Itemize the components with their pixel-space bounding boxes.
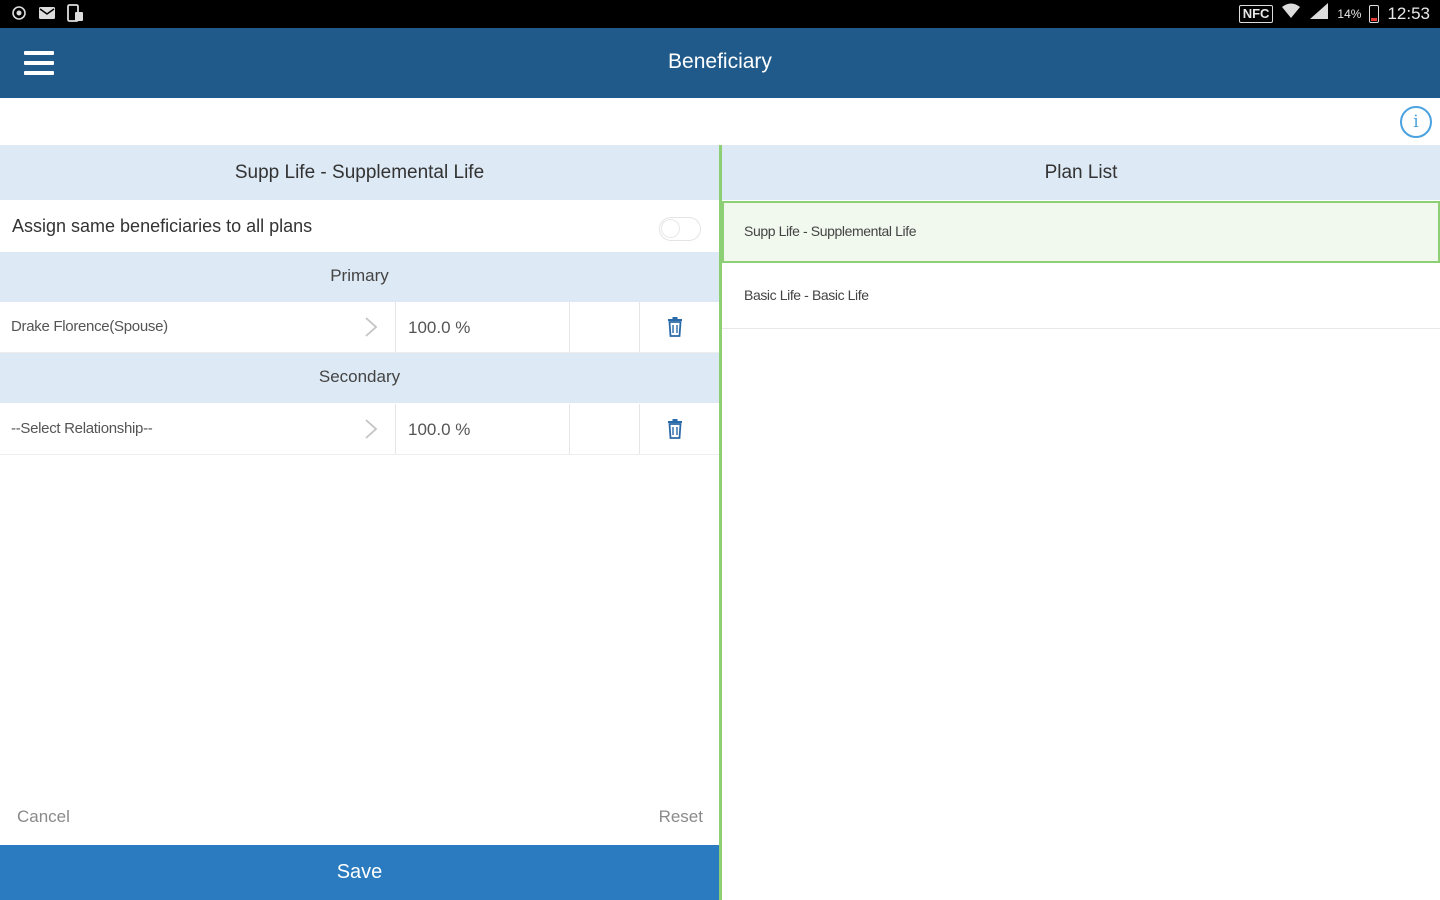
battery-percent: 14% <box>1337 6 1362 21</box>
signal-icon <box>1309 2 1329 25</box>
delete-button[interactable] <box>640 404 719 454</box>
plan-list-panel: Plan List Supp Life - Supplemental Life … <box>722 145 1440 900</box>
app-bar: Beneficiary <box>0 28 1440 98</box>
clock-time: 12:53 <box>1387 3 1430 23</box>
save-button[interactable]: Save <box>0 845 719 900</box>
status-left-icons <box>10 4 84 22</box>
assign-all-label: Assign same beneficiaries to all plans <box>12 216 313 236</box>
plan-list-item-label: Supp Life - Supplemental Life <box>744 223 917 239</box>
beneficiary-panel: Supp Life - Supplemental Life Assign sam… <box>0 145 719 900</box>
plan-list-item-selected[interactable]: Supp Life - Supplemental Life <box>722 201 1440 263</box>
plan-list-item[interactable]: Basic Life - Basic Life <box>722 265 1440 329</box>
secondary-section-header: Secondary <box>0 353 719 403</box>
beneficiary-name: Drake Florence(Spouse) <box>11 318 168 335</box>
trash-icon <box>668 419 682 439</box>
reset-button[interactable]: Reset <box>659 807 703 827</box>
status-bar: NFC 14% 12:53 <box>0 0 1440 28</box>
info-row: i <box>0 98 1440 145</box>
chevron-right-icon <box>365 419 378 439</box>
relationship-select[interactable]: --Select Relationship-- <box>0 404 396 454</box>
cancel-button[interactable]: Cancel <box>17 807 70 827</box>
plan-list-title: Plan List <box>722 145 1440 200</box>
delete-button[interactable] <box>640 302 719 352</box>
assign-all-toggle[interactable] <box>659 217 701 241</box>
mail-icon <box>38 4 56 22</box>
percent-value: 100.0 % <box>408 318 471 337</box>
chevron-right-icon <box>365 317 378 337</box>
secondary-beneficiary-row: --Select Relationship-- 100.0 % <box>0 404 719 455</box>
plan-list-item-label: Basic Life - Basic Life <box>744 287 869 303</box>
percent-field[interactable]: 100.0 % <box>396 404 570 454</box>
plan-title: Supp Life - Supplemental Life <box>0 145 719 200</box>
assign-all-row: Assign same beneficiaries to all plans <box>0 200 719 252</box>
info-icon[interactable]: i <box>1400 106 1432 138</box>
empty-cell <box>570 302 640 352</box>
relationship-placeholder: --Select Relationship-- <box>11 420 153 437</box>
percent-field[interactable]: 100.0 % <box>396 302 570 352</box>
wifi-icon <box>1281 2 1301 25</box>
phone-storage-icon <box>66 4 84 22</box>
location-icon <box>10 4 28 22</box>
status-right-icons: NFC 14% 12:53 <box>1238 2 1430 25</box>
trash-icon <box>668 317 682 337</box>
beneficiary-select[interactable]: Drake Florence(Spouse) <box>0 302 396 352</box>
primary-section-header: Primary <box>0 252 719 302</box>
empty-cell <box>570 404 640 454</box>
nfc-badge: NFC <box>1238 4 1274 23</box>
page-title: Beneficiary <box>668 50 772 73</box>
battery-icon <box>1369 4 1380 23</box>
primary-beneficiary-row: Drake Florence(Spouse) 100.0 % <box>0 302 719 353</box>
percent-value: 100.0 % <box>408 420 471 439</box>
